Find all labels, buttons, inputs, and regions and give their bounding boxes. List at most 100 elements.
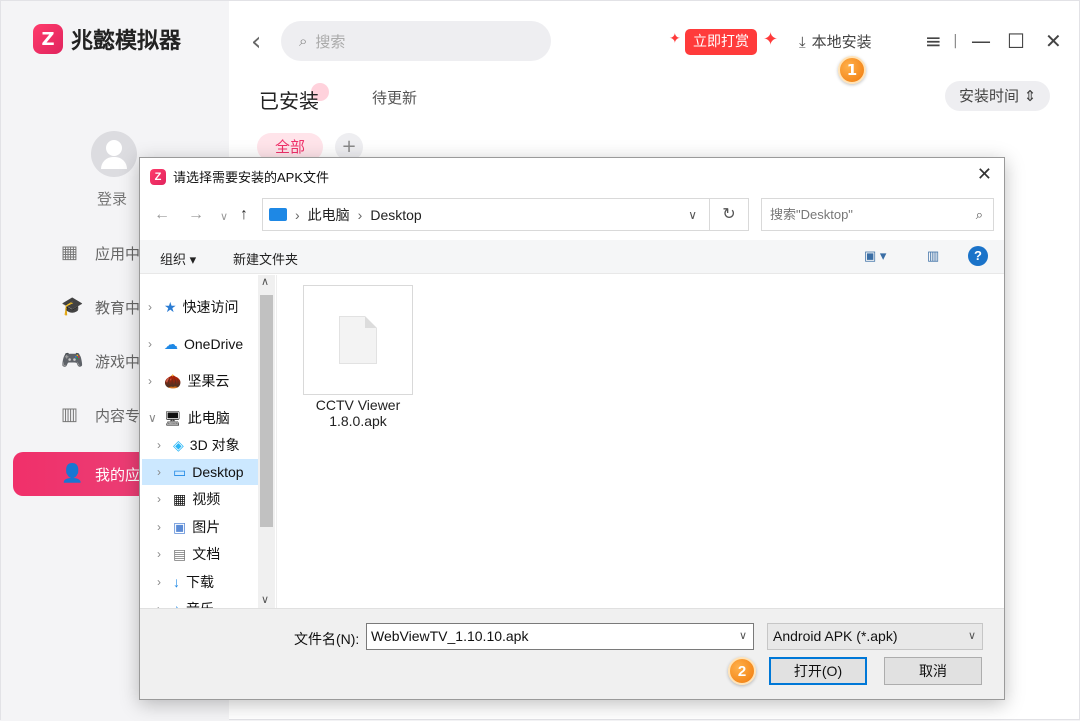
login-link[interactable]: 登录 <box>97 188 127 209</box>
preview-pane-icon[interactable]: ▥ <box>927 248 939 264</box>
minimize-icon[interactable]: — <box>971 29 991 53</box>
search-input[interactable]: ⌕ 搜索 <box>281 21 551 61</box>
computer-icon <box>269 208 287 221</box>
tree-item-desktop[interactable]: › ▭ Desktop <box>142 459 258 485</box>
file-name: 1.8.0.apk <box>329 413 387 429</box>
nav-label: 应用中 <box>95 244 141 263</box>
local-install-label: 本地安装 <box>811 33 872 51</box>
search-placeholder: 搜索"Desktop" <box>770 207 853 222</box>
file-thumbnail <box>303 285 413 395</box>
filename-value: WebViewTV_1.10.10.apk <box>371 628 529 644</box>
tree-label: Desktop <box>192 464 244 480</box>
picture-icon: ▣ <box>173 518 187 535</box>
cancel-button[interactable]: 取消 <box>884 657 982 685</box>
step-badge-2: 2 <box>728 657 756 685</box>
back-icon[interactable]: ‹ <box>251 27 261 57</box>
tab-installed[interactable]: 已安装 <box>259 85 319 114</box>
open-button[interactable]: 打开(O) <box>769 657 867 685</box>
filename-input[interactable]: WebViewTV_1.10.10.apk ∨ <box>366 623 754 650</box>
tree-item-downloads[interactable]: › ↓ 下载 <box>157 569 214 595</box>
tree-label: 快速访问 <box>182 299 239 315</box>
file-name: CCTV Viewer <box>315 397 401 413</box>
dialog-title: 请选择需要安装的APK文件 <box>173 170 330 185</box>
new-folder-button[interactable]: 新建文件夹 <box>233 249 298 268</box>
document-icon: ▤ <box>173 545 187 562</box>
download-icon: ↓ <box>173 574 180 590</box>
chevron-down-icon[interactable]: ∨ <box>739 624 747 649</box>
breadcrumb-this-pc[interactable]: 此电脑 <box>308 205 350 225</box>
chevron-down-icon[interactable]: ∨ <box>688 208 697 222</box>
tree-item-quick-access[interactable]: › ★ 快速访问 <box>148 294 239 320</box>
step-badge-1: 1 <box>838 56 866 84</box>
tree-label: 视频 <box>192 491 221 507</box>
tree-scrollbar[interactable]: ∧ ∨ <box>258 275 275 608</box>
nav-label: 我的应 <box>95 465 141 484</box>
download-tray-icon: ⤓ <box>799 32 806 51</box>
avatar[interactable] <box>91 131 137 177</box>
organize-menu[interactable]: 组织 ▾ <box>160 249 196 268</box>
chevron-down-icon: ∨ <box>967 630 976 642</box>
dialog-titlebar: Z 请选择需要安装的APK文件 <box>150 167 329 186</box>
menu-icon[interactable]: ≡ <box>925 29 942 53</box>
desktop-icon: ▭ <box>173 463 187 480</box>
local-install-button[interactable]: ⤓ 本地安装 <box>799 31 872 52</box>
scroll-up-icon[interactable]: ∧ <box>261 275 269 288</box>
tree-label: 音乐 <box>186 599 214 608</box>
tree-item-this-pc[interactable]: ∨ 🖥 此电脑 <box>148 405 230 431</box>
navigation-tree: › ★ 快速访问 › ☁ OneDrive › 🌰 坚果云 ∨ 🖥 此电脑 › ◈ 3D … <box>140 275 276 608</box>
sort-button[interactable]: 安装时间 ⇕ <box>945 81 1051 111</box>
tree-item-pictures[interactable]: › ▣ 图片 <box>157 514 220 540</box>
view-options-icon[interactable]: ▣ ▾ <box>864 248 886 264</box>
tree-label: 文档 <box>192 546 221 562</box>
dialog-toolbar: 组织 ▾ 新建文件夹 ▣ ▾ ▥ ? <box>140 240 1004 274</box>
scroll-down-icon[interactable]: ∨ <box>261 593 269 606</box>
tree-item-documents[interactable]: › ▤ 文档 <box>157 541 220 567</box>
file-item[interactable]: CCTV Viewer 1.8.0.apk <box>303 285 413 429</box>
search-placeholder: 搜索 <box>315 32 346 51</box>
graduation-cap-icon: 🎓 <box>61 296 84 317</box>
logo-icon: Z <box>33 24 63 54</box>
scroll-thumb[interactable] <box>260 295 273 527</box>
address-bar[interactable]: › 此电脑 › Desktop ∨ <box>262 198 710 231</box>
sparkle-icon: ✦ <box>763 29 779 50</box>
back-arrow-icon[interactable]: ← <box>154 206 170 224</box>
filetype-select[interactable]: Android APK (*.apk) ∨ <box>767 623 983 650</box>
app-icon: Z <box>150 168 166 185</box>
refresh-icon[interactable]: ↻ <box>710 198 749 231</box>
desktop-search-input[interactable]: 搜索"Desktop" ⌕ <box>761 198 994 231</box>
divider: | <box>953 33 958 49</box>
history-dropdown-icon[interactable]: ∨ <box>220 210 228 223</box>
maximize-icon[interactable]: ☐ <box>1007 29 1025 53</box>
music-icon: ♪ <box>173 601 180 608</box>
app-logo: Z 兆懿模拟器 <box>33 23 181 55</box>
search-icon: ⌕ <box>975 207 983 222</box>
search-icon: ⌕ <box>299 32 308 50</box>
help-icon[interactable]: ? <box>968 246 988 266</box>
book-icon: ▥ <box>61 404 79 425</box>
file-list: CCTV Viewer 1.8.0.apk <box>276 275 1004 608</box>
app-name: 兆懿模拟器 <box>71 29 182 54</box>
nav-label: 内容专 <box>95 406 141 425</box>
close-icon[interactable]: ✕ <box>1045 29 1062 53</box>
chevron-right-icon: › <box>357 206 363 223</box>
tab-update[interactable]: 待更新 <box>372 87 417 108</box>
filename-label: 文件名(N): <box>294 631 360 647</box>
tree-label: 下载 <box>186 574 214 590</box>
close-icon[interactable]: ✕ <box>977 164 992 185</box>
gamepad-icon: 🎮 <box>61 350 84 371</box>
tree-item-music[interactable]: ›♪ 音乐 <box>157 596 214 608</box>
star-icon: ★ <box>164 298 177 315</box>
reward-button[interactable]: 立即打赏 <box>685 29 757 55</box>
tree-item-videos[interactable]: › ▦ 视频 <box>157 486 220 512</box>
tree-label: OneDrive <box>184 336 244 352</box>
filetype-value: Android APK (*.apk) <box>773 628 898 644</box>
nav-label: 游戏中 <box>95 352 141 371</box>
up-arrow-icon[interactable]: ↑ <box>240 206 248 224</box>
tree-item-jianguoyun[interactable]: › 🌰 坚果云 <box>148 368 229 394</box>
breadcrumb-desktop[interactable]: Desktop <box>370 207 421 223</box>
tree-label: 3D 对象 <box>189 437 240 453</box>
tree-item-onedrive[interactable]: › ☁ OneDrive <box>148 331 243 357</box>
user-apps-icon: 👤 <box>61 463 84 484</box>
tree-item-3d-objects[interactable]: › ◈ 3D 对象 <box>157 432 240 458</box>
forward-arrow-icon[interactable]: → <box>188 206 204 224</box>
